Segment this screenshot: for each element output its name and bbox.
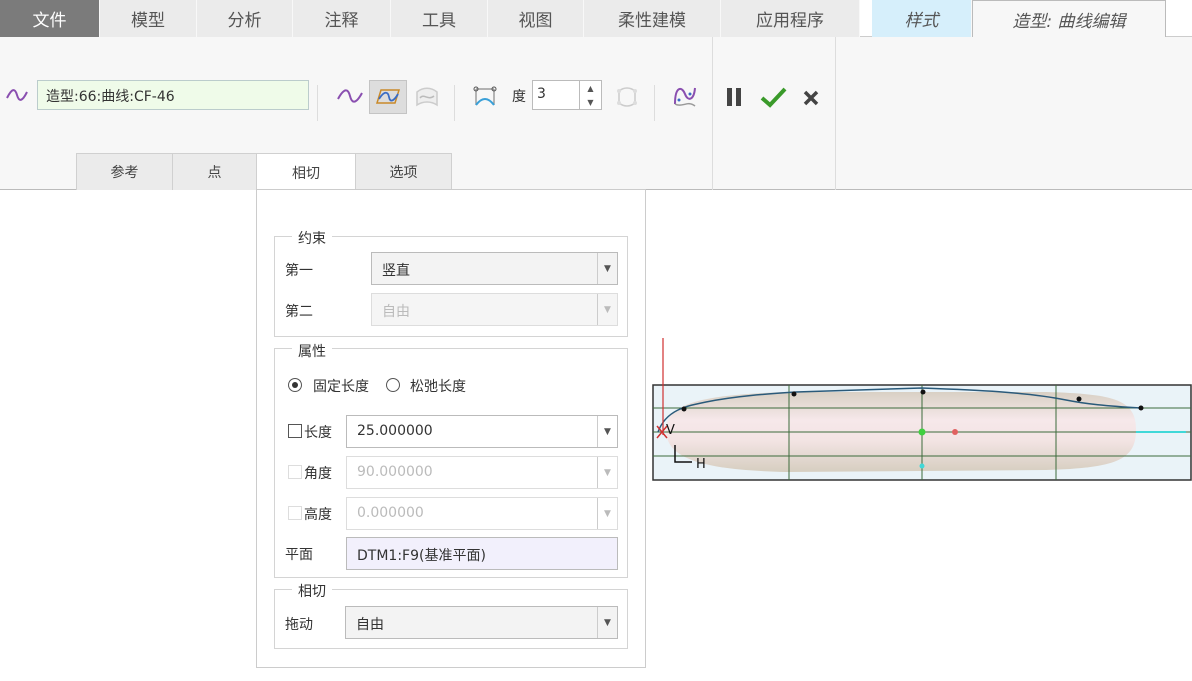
degree-stepper[interactable]: ▲ ▼ xyxy=(580,80,602,110)
tab-applications[interactable]: 应用程序 xyxy=(721,0,860,37)
divider xyxy=(712,37,713,190)
length-value: 25.000000 xyxy=(357,423,433,439)
height-value: 0.000000 xyxy=(357,505,424,521)
degree-input[interactable]: 3 xyxy=(532,80,580,110)
axis-h-label: H xyxy=(696,457,706,472)
tab-tools[interactable]: 工具 xyxy=(391,0,488,37)
tab-flexible-modeling[interactable]: 柔性建模 xyxy=(584,0,721,37)
angle-value: 90.000000 xyxy=(357,464,433,480)
tab-style[interactable]: 样式 xyxy=(872,0,972,37)
second-constraint-select: 自由 ▼ xyxy=(371,293,618,326)
tab-analysis[interactable]: 分析 xyxy=(197,0,293,37)
divider xyxy=(835,37,836,190)
model-viewport[interactable]: V H xyxy=(646,330,1192,490)
divider xyxy=(654,85,655,121)
drag-value: 自由 xyxy=(356,617,384,633)
plane-label: 平面 xyxy=(285,547,313,563)
properties-title: 属性 xyxy=(292,341,332,361)
fixed-length-radio[interactable] xyxy=(288,378,302,392)
tab-annotate[interactable]: 注释 xyxy=(293,0,391,37)
height-checkbox xyxy=(288,506,302,520)
smooth-icon xyxy=(612,82,642,112)
tab-file[interactable]: 文件 xyxy=(0,0,100,37)
pause-icon[interactable] xyxy=(722,84,746,110)
dropdown-arrow-icon[interactable]: ▼ xyxy=(597,416,617,447)
tab-model[interactable]: 模型 xyxy=(100,0,197,37)
length-input[interactable]: 25.000000 ▼ xyxy=(346,415,618,448)
tangent-title: 相切 xyxy=(292,581,332,601)
height-input: 0.000000 ▼ xyxy=(346,497,618,530)
fixed-length-label: 固定长度 xyxy=(313,379,369,395)
angle-label: 角度 xyxy=(304,466,332,482)
divider xyxy=(317,85,318,121)
drag-label: 拖动 xyxy=(285,617,313,633)
angle-input: 90.000000 ▼ xyxy=(346,456,618,489)
axis-v-label: V xyxy=(666,423,675,438)
ribbon-tab-bar: 文件 模型 分析 注释 工具 视图 柔性建模 应用程序 样式 造型: 曲线编辑 xyxy=(0,0,1192,38)
confirm-check-icon[interactable] xyxy=(757,82,789,112)
first-constraint-value: 竖直 xyxy=(382,263,410,279)
dropdown-arrow-icon: ▼ xyxy=(597,294,617,325)
cancel-x-icon[interactable] xyxy=(798,86,824,110)
divider xyxy=(454,85,455,121)
subtab-points[interactable]: 点 xyxy=(172,153,257,190)
second-label: 第二 xyxy=(285,304,313,320)
length-label: 长度 xyxy=(304,425,332,441)
first-label: 第一 xyxy=(285,263,313,279)
curve-reference-field[interactable]: 造型:66:曲线:CF-46 xyxy=(37,80,309,110)
plane-reference-field[interactable]: DTM1:F9(基准平面) xyxy=(346,537,618,570)
tab-view[interactable]: 视图 xyxy=(488,0,584,37)
relaxed-length-radio[interactable] xyxy=(386,378,400,392)
dropdown-arrow-icon[interactable]: ▼ xyxy=(597,253,617,284)
dropdown-arrow-icon: ▼ xyxy=(597,457,617,488)
first-constraint-select[interactable]: 竖直 ▼ xyxy=(371,252,618,285)
tangent-panel: 约束 第一 竖直 ▼ 第二 自由 ▼ 属性 固定长度 松弛长度 长度 25.0000… xyxy=(256,189,646,668)
up-arrow-icon[interactable]: ▲ xyxy=(587,84,593,93)
relaxed-length-label: 松弛长度 xyxy=(410,379,466,395)
tab-curve-edit[interactable]: 造型: 曲线编辑 xyxy=(972,0,1166,38)
cos-curve-icon xyxy=(410,80,444,114)
second-constraint-value: 自由 xyxy=(382,304,410,320)
height-label: 高度 xyxy=(304,507,332,523)
subtab-options[interactable]: 选项 xyxy=(355,153,452,190)
drag-select[interactable]: 自由 ▼ xyxy=(345,606,618,639)
planar-curve-icon[interactable] xyxy=(369,80,407,114)
down-arrow-icon[interactable]: ▼ xyxy=(587,98,593,107)
control-point-icon[interactable] xyxy=(470,82,500,112)
angle-checkbox xyxy=(288,465,302,479)
dropdown-arrow-icon: ▼ xyxy=(597,498,617,529)
curvature-analysis-icon[interactable] xyxy=(668,80,702,112)
curve-icon xyxy=(4,84,30,106)
dropdown-arrow-icon[interactable]: ▼ xyxy=(597,607,617,638)
constraint-title: 约束 xyxy=(292,228,332,248)
plane-value: DTM1:F9(基准平面) xyxy=(357,548,486,564)
length-checkbox[interactable] xyxy=(288,424,302,438)
subtab-references[interactable]: 参考 xyxy=(76,153,173,190)
subtab-tangent[interactable]: 相切 xyxy=(256,153,356,191)
free-curve-icon[interactable] xyxy=(334,82,366,110)
degree-label: 度 xyxy=(512,89,526,105)
